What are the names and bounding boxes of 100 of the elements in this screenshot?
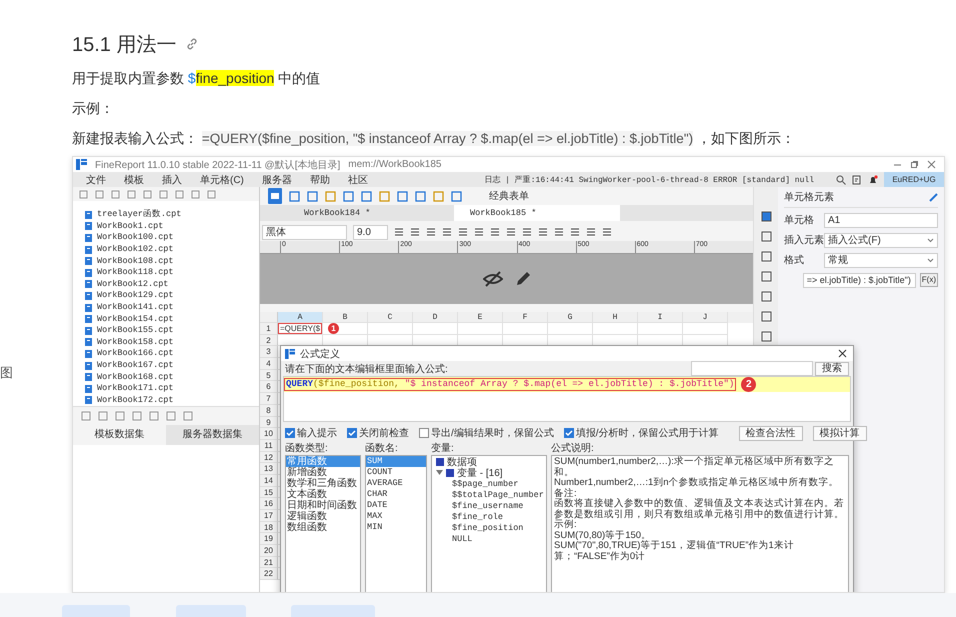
row-number[interactable]: 17	[260, 510, 278, 522]
panel-icon[interactable]	[760, 311, 772, 322]
menu-item[interactable]: 社区	[338, 172, 377, 186]
column-header[interactable]: G	[548, 312, 593, 323]
panel-icon[interactable]	[760, 331, 772, 342]
variable-item[interactable]: $$page_number	[452, 478, 518, 488]
toolbar-icon[interactable]	[397, 190, 408, 202]
row-number[interactable]: 14	[260, 474, 278, 487]
format-icon[interactable]	[538, 227, 548, 237]
column-header[interactable]: D	[413, 312, 458, 323]
file-item[interactable]: WorkBook129.cpt	[97, 290, 174, 302]
format-icon[interactable]	[426, 227, 436, 237]
file-item[interactable]: WorkBook108.cpt	[97, 256, 174, 267]
toolbar-icon[interactable]	[451, 190, 462, 202]
formula-field[interactable]: => el.jobTitle) : $.jobTitle")	[802, 272, 916, 288]
column-header[interactable]: A	[278, 312, 323, 323]
toolbar-icon[interactable]	[325, 190, 336, 202]
variable-item[interactable]: $fine_username	[452, 500, 524, 510]
row-number[interactable]: 4	[260, 358, 278, 370]
toolbar-icon[interactable]	[307, 190, 318, 202]
variable-item[interactable]: $$totalPage_number	[452, 490, 544, 500]
format-icon[interactable]	[554, 227, 564, 237]
document-tab[interactable]: WorkBook184 *	[288, 205, 454, 221]
dropdown[interactable]: 常规	[824, 252, 938, 268]
variable-item[interactable]: 变量 - [16]	[457, 466, 503, 480]
panel-icon[interactable]	[760, 211, 772, 222]
function-type-item[interactable]: 文本函数	[286, 489, 360, 500]
close-icon[interactable]	[838, 349, 847, 358]
row-number[interactable]: 6	[260, 381, 278, 394]
search-button[interactable]: 搜索	[815, 362, 849, 376]
format-icon[interactable]	[458, 227, 468, 237]
function-name-item[interactable]: COUNT	[366, 467, 426, 478]
row-number[interactable]: 9	[260, 416, 278, 428]
function-type-item[interactable]: 数学和三角函数	[286, 478, 360, 489]
column-header[interactable]: I	[638, 312, 683, 323]
column-header[interactable]: E	[458, 312, 503, 323]
grid-cell[interactable]: 1	[323, 323, 368, 335]
menu-item[interactable]: 模板	[115, 172, 153, 186]
style-button[interactable]: 经典表单	[489, 189, 529, 203]
format-icon[interactable]	[506, 227, 516, 237]
format-icon[interactable]	[442, 227, 452, 237]
function-name-item[interactable]: CHAR	[366, 489, 426, 500]
link-icon[interactable]	[186, 38, 198, 50]
search-icon[interactable]	[836, 174, 846, 184]
file-item[interactable]: WorkBook154.cpt	[97, 314, 174, 325]
checkbox[interactable]	[285, 428, 295, 438]
toolbar-icon[interactable]	[433, 190, 444, 202]
row-number[interactable]: 22	[260, 568, 278, 580]
function-name-item[interactable]: DATE	[366, 500, 426, 511]
function-name-item[interactable]: AVERAGE	[366, 478, 426, 489]
format-icon[interactable]	[490, 227, 500, 237]
file-item[interactable]: WorkBook155.cpt	[97, 325, 174, 336]
row-number[interactable]: 20	[260, 545, 278, 557]
toolbar-icon[interactable]	[361, 190, 372, 202]
row-number[interactable]: 8	[260, 404, 278, 416]
file-item[interactable]: WorkBook167.cpt	[97, 360, 174, 372]
file-item[interactable]: WorkBook100.cpt	[97, 232, 174, 244]
document-tab[interactable]: WorkBook185 *	[454, 205, 620, 221]
toolbar-icon[interactable]	[379, 190, 390, 202]
edit-icon[interactable]	[852, 174, 862, 184]
cell-field[interactable]: A1	[824, 212, 938, 228]
variable-item[interactable]: 数据项	[447, 456, 477, 468]
panel-icon[interactable]	[760, 231, 772, 242]
font-select[interactable]: 黑体	[262, 224, 347, 240]
format-icon[interactable]	[602, 227, 612, 237]
row-number[interactable]: 15	[260, 486, 278, 498]
function-type-item[interactable]: 新增函数	[286, 467, 360, 478]
variable-item[interactable]: NULL	[452, 534, 472, 544]
panel-icon[interactable]	[760, 291, 772, 302]
checkbox[interactable]	[419, 428, 429, 438]
file-item[interactable]: WorkBook12.cpt	[97, 278, 168, 290]
row-number[interactable]: 16	[260, 498, 278, 510]
toolbar-icon[interactable]	[289, 190, 300, 202]
file-item[interactable]: WorkBook1.cpt	[97, 220, 164, 232]
bell-icon[interactable]	[868, 174, 878, 184]
function-name-item[interactable]: MIN	[366, 522, 426, 533]
search-field[interactable]	[691, 361, 813, 376]
toolbar-icon[interactable]	[415, 190, 426, 202]
file-item[interactable]: WorkBook141.cpt	[97, 302, 174, 314]
file-item[interactable]: WorkBook102.cpt	[97, 244, 174, 256]
menu-item[interactable]: 单元格(C)	[191, 172, 253, 186]
row-number[interactable]: 19	[260, 533, 278, 546]
menu-item[interactable]: 帮助	[300, 172, 339, 186]
column-header[interactable]: B	[323, 312, 368, 323]
row-number[interactable]: 7	[260, 393, 278, 405]
template-icon[interactable]	[268, 188, 282, 204]
restore-icon[interactable]	[910, 160, 919, 169]
panel-icon[interactable]	[760, 271, 772, 282]
formula-button[interactable]: F(x)	[920, 273, 938, 287]
toolbar-icon[interactable]	[343, 190, 354, 202]
row-number[interactable]: 12	[260, 452, 278, 464]
column-header[interactable]: J	[683, 312, 728, 323]
function-type-item[interactable]: 数组函数	[286, 522, 360, 533]
active-cell[interactable]: =QUERY($	[278, 323, 322, 334]
menu-item[interactable]: 服务器	[252, 172, 301, 186]
file-item[interactable]: WorkBook171.cpt	[97, 383, 174, 394]
format-icon[interactable]	[570, 227, 580, 237]
dataset-tab[interactable]: 服务器数据集	[166, 425, 259, 445]
file-item[interactable]: WorkBook166.cpt	[97, 348, 174, 360]
row-number[interactable]: 1	[260, 323, 278, 335]
